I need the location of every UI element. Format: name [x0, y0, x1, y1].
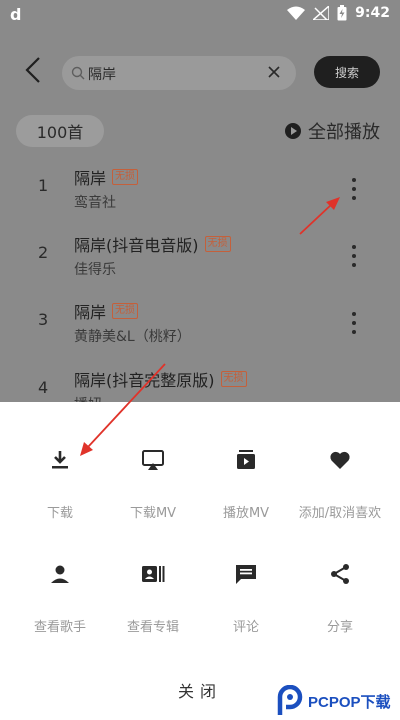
- battery-charging-icon: [337, 5, 347, 21]
- comment-icon: [236, 565, 256, 584]
- action-label: 播放MV: [222, 506, 270, 521]
- action-download[interactable]: 下载: [10, 424, 110, 521]
- pcpop-logo-icon: [277, 685, 303, 715]
- song-index: 2: [38, 243, 49, 262]
- song-row[interactable]: 2 隔岸(抖音电音版) 无损 佳得乐: [0, 225, 400, 293]
- song-artist: 黄静美&L（桃籽）: [74, 329, 191, 345]
- action-label: 评论: [232, 620, 259, 635]
- action-label: 添加/取消喜欢: [298, 506, 382, 521]
- signal-off-icon: [313, 6, 330, 20]
- status-time: 9:42: [355, 5, 390, 21]
- song-title-row: 隔岸(抖音电音版) 无损: [74, 232, 231, 256]
- search-button[interactable]: 搜索: [314, 56, 380, 88]
- song-title-row: 隔岸 无损: [74, 165, 139, 189]
- play-mv-icon: [237, 450, 255, 469]
- search-query: 隔岸: [88, 67, 116, 83]
- action-label: 查看歌手: [33, 620, 86, 635]
- status-bar: d 9:42: [0, 0, 400, 30]
- lossless-badge: 无损: [204, 236, 231, 252]
- action-label: 下载: [46, 506, 73, 521]
- song-title: 隔岸(抖音完整原版): [74, 371, 215, 390]
- action-share[interactable]: 分享: [290, 538, 390, 635]
- song-title-row: 隔岸 无损: [74, 299, 139, 323]
- play-all-label: 全部播放: [308, 122, 380, 143]
- song-artist: 佳得乐: [74, 262, 116, 278]
- lossless-badge: 无损: [112, 303, 139, 319]
- lossless-badge: 无损: [112, 169, 139, 185]
- watermark-text: PCPOP下载: [308, 693, 391, 711]
- person-icon: [51, 565, 69, 583]
- song-title: 隔岸: [74, 303, 107, 322]
- more-options-icon[interactable]: [348, 176, 360, 200]
- song-row[interactable]: 1 隔岸 无损 鸾音社: [0, 158, 400, 226]
- more-options-icon[interactable]: [348, 310, 360, 334]
- app-glyph: d: [10, 5, 22, 24]
- heart-icon: [330, 451, 350, 469]
- action-label: 下载MV: [129, 506, 177, 521]
- action-view-artist[interactable]: 查看歌手: [10, 538, 110, 635]
- search-input[interactable]: 隔岸: [62, 56, 296, 90]
- action-comment[interactable]: 评论: [196, 538, 296, 635]
- song-title: 隔岸: [74, 169, 107, 188]
- status-icons: 9:42: [287, 5, 390, 21]
- play-all-button[interactable]: 全部播放: [284, 116, 380, 146]
- action-view-album[interactable]: 查看专辑: [103, 538, 203, 635]
- song-title-row: 隔岸(抖音完整原版) 无损: [74, 367, 247, 391]
- search-results-page: 隔岸 搜索 100首 全部播放 1 隔岸 无损 鸾音社 2 隔岸(抖音电音版) …: [0, 30, 400, 413]
- back-arrow-icon[interactable]: [22, 55, 46, 85]
- song-row[interactable]: 3 隔岸 无损 黄静美&L（桃籽）: [0, 292, 400, 360]
- action-label: 查看专辑: [126, 620, 179, 635]
- song-index: 1: [38, 176, 49, 195]
- search-icon: [71, 66, 85, 80]
- action-label: 分享: [326, 620, 353, 635]
- song-title: 隔岸(抖音电音版): [74, 236, 199, 255]
- cast-icon: [142, 450, 164, 470]
- song-artist: 鸾音社: [74, 195, 116, 211]
- song-index: 4: [38, 378, 49, 397]
- result-count: 100首: [16, 115, 104, 147]
- lossless-badge: 无损: [220, 371, 247, 387]
- action-play-mv[interactable]: 播放MV: [196, 424, 296, 521]
- action-favorite[interactable]: 添加/取消喜欢: [290, 424, 390, 521]
- play-circle-icon: [285, 123, 301, 139]
- share-icon: [331, 564, 349, 584]
- action-sheet: 下载 下载MV 播放MV 添加/取消喜欢 查看歌手 查看专辑 评论 分享 关闭: [0, 402, 400, 720]
- album-icon: [142, 566, 165, 582]
- clear-icon[interactable]: [266, 64, 282, 80]
- more-options-icon[interactable]: [348, 243, 360, 267]
- action-download-mv[interactable]: 下载MV: [103, 424, 203, 521]
- watermark: PCPOP下载: [276, 684, 400, 718]
- screen: d 9:42 隔岸 搜索 100首 全部播放 1 隔岸 无损 鸾音社 2 隔岸(…: [0, 0, 400, 720]
- download-icon: [52, 451, 68, 469]
- song-index: 3: [38, 310, 49, 329]
- wifi-icon: [287, 6, 306, 20]
